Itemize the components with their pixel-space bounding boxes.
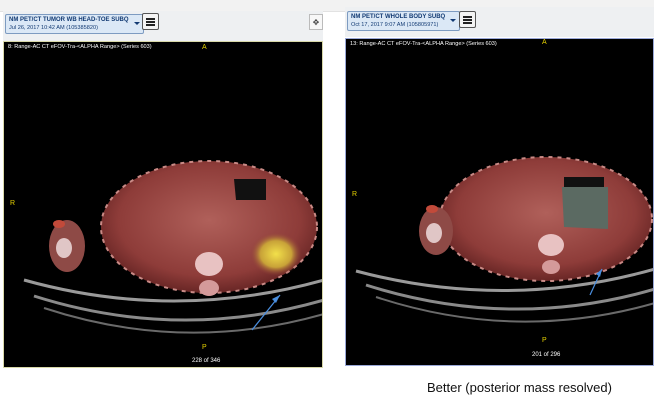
left-orientation-top: A xyxy=(202,44,207,51)
right-menu-button[interactable] xyxy=(459,11,476,28)
left-study-name: NM PET/CT TUMOR WB HEAD-TOE SUBQ xyxy=(9,17,129,23)
right-orientation-bottom: P xyxy=(542,337,547,344)
left-orientation-bottom: P xyxy=(202,344,207,351)
left-viewer: NM PET/CT TUMOR WB HEAD-TOE SUBQ Jul 26,… xyxy=(3,11,323,368)
left-image-canvas[interactable]: 8: Range-AC CT eFOV-Tra-<ALPHA Range> (S… xyxy=(3,41,323,368)
right-study-date: Oct 17, 2017 9:07 AM (105805971) xyxy=(351,22,439,28)
chevron-down-icon xyxy=(450,19,457,22)
left-menu-button[interactable] xyxy=(142,13,159,30)
left-orientation-left: R xyxy=(10,200,16,207)
right-orientation-top: A xyxy=(542,39,547,46)
pan-tool-button[interactable]: ✥ xyxy=(309,14,323,30)
right-study-selector[interactable]: NM PET/CT WHOLE BODY SUBQ Oct 17, 2017 9… xyxy=(347,11,461,31)
right-image-canvas[interactable]: 13: Range-AC CT eFOV-Tra-<ALPHA Range> (… xyxy=(345,38,654,366)
right-orientation-left: R xyxy=(352,191,358,198)
hamburger-icon xyxy=(146,18,155,20)
pan-icon: ✥ xyxy=(312,18,320,27)
left-pet-ct-image xyxy=(23,160,322,334)
left-study-selector[interactable]: NM PET/CT TUMOR WB HEAD-TOE SUBQ Jul 26,… xyxy=(5,14,144,34)
right-slice-counter: 201 of 296 xyxy=(532,352,561,358)
chevron-down-icon xyxy=(133,22,140,25)
hamburger-icon xyxy=(463,16,472,18)
left-series-label: 8: Range-AC CT eFOV-Tra-<ALPHA Range> (S… xyxy=(8,44,152,50)
right-series-label: 13: Range-AC CT eFOV-Tra-<ALPHA Range> (… xyxy=(350,41,497,47)
right-study-name: NM PET/CT WHOLE BODY SUBQ xyxy=(351,14,446,20)
right-viewer: NM PET/CT WHOLE BODY SUBQ Oct 17, 2017 9… xyxy=(345,7,654,366)
right-viewer-header: NM PET/CT WHOLE BODY SUBQ Oct 17, 2017 9… xyxy=(345,7,654,37)
comparison-caption: Better (posterior mass resolved) xyxy=(427,380,612,395)
right-pet-ct-image xyxy=(355,156,653,323)
left-study-date: Jul 26, 2017 10:42 AM (105385820) xyxy=(9,25,98,31)
left-slice-counter: 228 of 346 xyxy=(192,358,221,364)
left-viewer-header: NM PET/CT TUMOR WB HEAD-TOE SUBQ Jul 26,… xyxy=(3,11,323,41)
